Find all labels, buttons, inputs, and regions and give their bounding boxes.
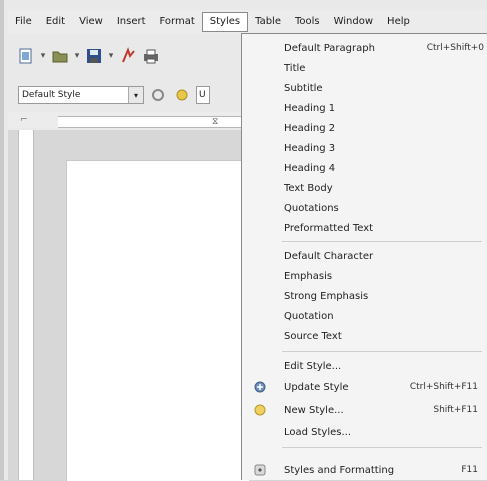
paragraph-style-value: Default Style [22, 90, 81, 100]
menu-item-source-text[interactable]: Source Text [242, 326, 487, 346]
menu-styles[interactable]: Styles [201, 12, 249, 32]
new-dropdown-icon[interactable]: ▾ [39, 51, 47, 61]
menu-item-emphasis[interactable]: Emphasis [242, 266, 487, 286]
menu-item-update-style[interactable]: Update Style Ctrl+Shift+F11 [242, 377, 487, 397]
menu-item-shortcut: Ctrl+Shift+F11 [409, 382, 478, 392]
open-dropdown-icon[interactable]: ▾ [73, 51, 81, 61]
horizontal-ruler[interactable]: ⧖ [58, 116, 248, 128]
menu-separator [282, 351, 482, 352]
horizontal-ruler-area: ⌐ ⧖ [8, 112, 248, 128]
menu-item-edit-style[interactable]: Edit Style... [242, 356, 487, 376]
vertical-ruler[interactable] [18, 130, 34, 480]
font-name-field[interactable]: U [196, 86, 210, 104]
menu-item-label: Edit Style... [284, 360, 342, 372]
writer-window: File Edit View Insert Format Styles Tabl… [0, 0, 487, 481]
menu-item-text-body[interactable]: Text Body [242, 178, 487, 198]
menu-item-shortcut: Shift+F11 [433, 405, 478, 415]
menu-item-label: Text Body [284, 182, 333, 194]
export-pdf-icon[interactable] [118, 46, 138, 66]
menu-table[interactable]: Table [248, 12, 288, 32]
menubar: File Edit View Insert Format Styles Tabl… [8, 10, 487, 34]
menu-separator [282, 447, 482, 448]
menu-item-heading-1[interactable]: Heading 1 [242, 98, 487, 118]
menu-item-strong-emphasis[interactable]: Strong Emphasis [242, 286, 487, 306]
document-page[interactable] [66, 160, 249, 481]
menu-item-label: Load Styles... [284, 426, 352, 438]
menu-item-new-style[interactable]: New Style... Shift+F11 [242, 400, 487, 420]
menu-format[interactable]: Format [153, 12, 202, 32]
save-dropdown-icon[interactable]: ▾ [107, 51, 115, 61]
menu-item-label: Heading 2 [284, 122, 336, 134]
menu-item-heading-2[interactable]: Heading 2 [242, 118, 487, 138]
menu-item-label: Heading 3 [284, 142, 336, 154]
menu-item-quotation[interactable]: Quotation [242, 306, 487, 326]
menu-item-shortcut: Ctrl+Shift+0 [426, 43, 484, 53]
formatting-toolbar: Default Style ▾ U [8, 82, 248, 108]
standard-toolbar: ▾ ▾ ▾ [8, 36, 248, 76]
menu-item-label: Quotation [284, 310, 334, 322]
menu-item-default-character[interactable]: Default Character [242, 246, 487, 266]
menu-insert[interactable]: Insert [110, 12, 153, 32]
menu-item-label: Emphasis [284, 270, 333, 282]
menu-item-label: Update Style [284, 381, 349, 393]
menu-help[interactable]: Help [380, 12, 417, 32]
new-style-icon[interactable] [172, 85, 192, 105]
styles-formatting-icon [252, 462, 268, 478]
menu-separator [282, 241, 482, 242]
save-icon[interactable] [84, 46, 104, 66]
print-icon[interactable] [141, 46, 161, 66]
new-style-icon [252, 402, 268, 418]
chevron-down-icon[interactable]: ▾ [128, 87, 143, 103]
menu-view[interactable]: View [72, 12, 110, 32]
menu-item-label: New Style... [284, 404, 344, 416]
update-style-icon[interactable] [148, 85, 168, 105]
menu-edit[interactable]: Edit [39, 12, 72, 32]
menu-item-heading-4[interactable]: Heading 4 [242, 158, 487, 178]
menu-item-label: Default Paragraph [284, 42, 375, 54]
menu-item-label: Source Text [284, 330, 342, 342]
document-area [8, 130, 249, 481]
open-folder-icon[interactable] [50, 46, 70, 66]
tab-stop-icon[interactable]: ⌐ [20, 115, 28, 125]
indent-marker-icon[interactable]: ⧖ [212, 117, 218, 127]
styles-menu: Default Paragraph Ctrl+Shift+0 Title Sub… [241, 33, 487, 480]
menu-item-label: Heading 4 [284, 162, 336, 174]
menu-item-title[interactable]: Title [242, 58, 487, 78]
paragraph-style-select[interactable]: Default Style ▾ [18, 86, 144, 104]
menu-item-label: Default Character [284, 250, 374, 262]
menu-item-quotations[interactable]: Quotations [242, 198, 487, 218]
menu-item-label: Subtitle [284, 82, 323, 94]
menu-item-default-paragraph[interactable]: Default Paragraph Ctrl+Shift+0 [242, 38, 487, 58]
menu-item-label: Title [284, 62, 306, 74]
menu-item-label: Quotations [284, 202, 339, 214]
menu-file[interactable]: File [8, 12, 39, 32]
update-style-icon [252, 379, 268, 395]
menu-item-styles-and-formatting[interactable]: Styles and Formatting F11 [242, 460, 487, 480]
menu-item-label: Preformatted Text [284, 222, 374, 234]
menu-item-load-styles[interactable]: Load Styles... [242, 422, 487, 442]
menu-item-label: Heading 1 [284, 102, 336, 114]
menu-item-heading-3[interactable]: Heading 3 [242, 138, 487, 158]
menu-item-preformatted-text[interactable]: Preformatted Text [242, 218, 487, 238]
new-document-icon[interactable] [16, 46, 36, 66]
menu-item-label: Styles and Formatting [284, 464, 395, 476]
menu-item-shortcut: F11 [461, 465, 478, 475]
menu-item-subtitle[interactable]: Subtitle [242, 78, 487, 98]
menu-window[interactable]: Window [327, 12, 380, 32]
menu-tools[interactable]: Tools [288, 12, 327, 32]
menu-item-label: Strong Emphasis [284, 290, 369, 302]
